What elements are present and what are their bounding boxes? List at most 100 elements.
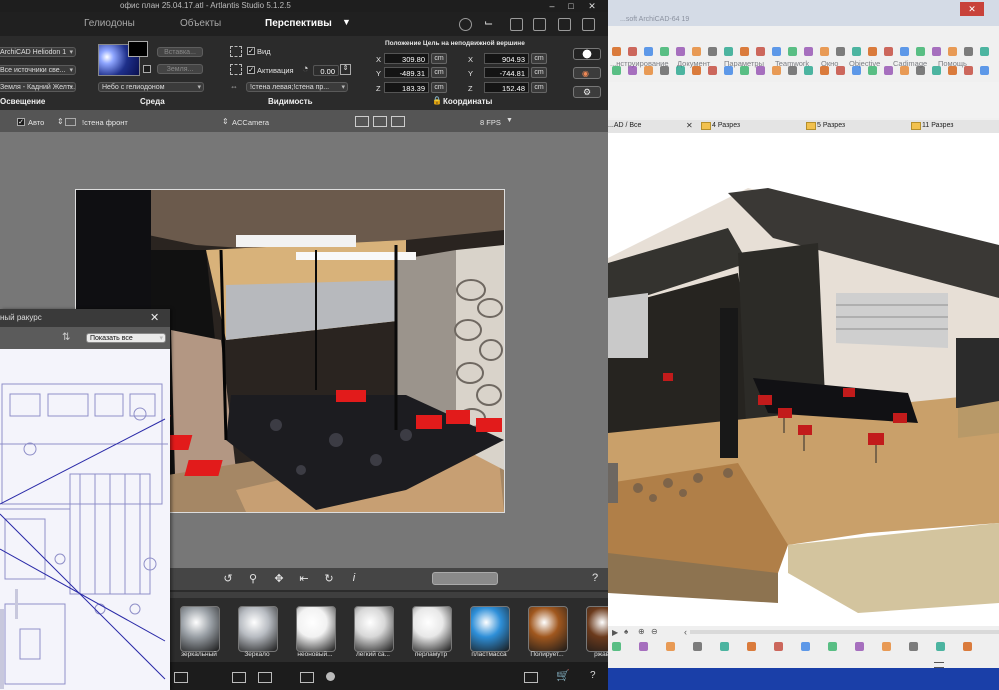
background-color-swatch[interactable] — [128, 41, 148, 57]
target-x-field[interactable]: 904.93 — [484, 53, 529, 64]
tab-perspectives[interactable]: Перспективы — [265, 18, 332, 29]
sky-select[interactable]: Небо с гелиодоном — [98, 82, 204, 92]
fit-icon[interactable] — [373, 116, 387, 127]
nav-zoom-in-icon[interactable]: ⊕ — [638, 627, 645, 636]
insert-button[interactable]: Вставка... — [157, 47, 203, 57]
toolbar-tool-icon[interactable] — [772, 66, 781, 75]
catalog-scrollbar[interactable] — [170, 592, 608, 598]
view-tab-all[interactable]: ...AD / Все — [608, 122, 641, 129]
toolbar-tool-icon[interactable] — [740, 66, 749, 75]
yin-yang-button[interactable] — [573, 48, 601, 60]
toolbar-tool-icon[interactable] — [836, 66, 845, 75]
material-thumbnail[interactable] — [296, 606, 336, 652]
sync-icon[interactable]: ⇅ — [62, 332, 70, 343]
activation-checkbox[interactable]: ✓ — [247, 66, 255, 74]
preview-icon[interactable] — [459, 18, 472, 31]
toolbar-tool-icon[interactable] — [963, 642, 972, 651]
toolbar-tool-icon[interactable] — [692, 47, 701, 56]
toolbar-tool-icon[interactable] — [884, 66, 893, 75]
toolbar-tool-icon[interactable] — [852, 66, 861, 75]
rotate-knob-icon[interactable]: ◔ — [302, 63, 309, 75]
toolbar-tool-icon[interactable] — [948, 66, 957, 75]
tab-heliodons[interactable]: Гелиодоны — [84, 18, 135, 29]
toolbar-tool-icon[interactable] — [644, 47, 653, 56]
window-icon[interactable] — [510, 18, 523, 31]
tab-objects[interactable]: Объекты — [180, 18, 221, 29]
show-all-select[interactable]: Показать все — [86, 333, 166, 343]
pan-icon[interactable]: ✥ — [272, 572, 286, 585]
position-z-field[interactable]: 183.39 — [384, 82, 429, 93]
toolbar-tool-icon[interactable] — [676, 66, 685, 75]
toolbar-tool-icon[interactable] — [820, 47, 829, 56]
close-icon[interactable]: ✕ — [584, 0, 600, 12]
toolbar-tool-icon[interactable] — [724, 47, 733, 56]
view-checkbox[interactable]: ✓ — [247, 47, 255, 55]
wall-select[interactable]: !стена фронт — [82, 118, 128, 127]
material-thumbnail[interactable] — [354, 606, 394, 652]
view-tab-section-5[interactable]: 5 Разрез — [817, 122, 845, 129]
toolbar-tool-icon[interactable] — [772, 47, 781, 56]
target-z-field[interactable]: 152.48 — [484, 82, 529, 93]
toolbar-tool-icon[interactable] — [628, 66, 637, 75]
ground-select[interactable]: Земля - Кадний Желт... — [0, 82, 76, 92]
toolbar-tool-icon[interactable] — [932, 66, 941, 75]
toolbar-tool-icon[interactable] — [660, 47, 669, 56]
toolbar-tool-icon[interactable] — [909, 642, 918, 651]
toolbar-tool-icon[interactable] — [820, 66, 829, 75]
view-tab-close-icon[interactable]: ✕ — [686, 121, 693, 130]
archicad-close-icon[interactable]: ✕ — [960, 2, 984, 16]
zoom-icon[interactable]: ⚲ — [246, 572, 260, 585]
render-icon[interactable] — [582, 18, 595, 31]
toolbar-tool-icon[interactable] — [916, 66, 925, 75]
plan-close-icon[interactable]: ✕ — [150, 311, 159, 324]
toolbar-tool-icon[interactable] — [836, 47, 845, 56]
nav-zoom-out-icon[interactable]: ⊖ — [651, 627, 658, 636]
layout-icon[interactable] — [558, 18, 571, 31]
toolbar-tool-icon[interactable] — [666, 642, 675, 651]
toolbar-tool-icon[interactable] — [724, 66, 733, 75]
horizontal-scrollbar[interactable] — [690, 630, 999, 634]
floor-plan-drawing[interactable] — [0, 349, 170, 690]
toolbar-tool-icon[interactable] — [884, 47, 893, 56]
wall-stepper-icon[interactable]: ⇕ — [57, 117, 64, 126]
material-thumbnail[interactable] — [528, 606, 568, 652]
texture-icon[interactable] — [232, 672, 246, 683]
toolbar-tool-icon[interactable] — [612, 47, 621, 56]
toolbar-tool-icon[interactable] — [639, 642, 648, 651]
camera-path-icon[interactable]: ↻ — [322, 572, 336, 585]
toolbar-tool-icon[interactable] — [774, 642, 783, 651]
position-x-field[interactable]: 309.80 — [384, 53, 429, 64]
toolbar-tool-icon[interactable] — [740, 47, 749, 56]
toolbar-tool-icon[interactable] — [855, 642, 864, 651]
grid-icon[interactable] — [524, 672, 538, 683]
catalog-icon[interactable] — [174, 672, 188, 683]
lock-icon[interactable]: 🔒 — [432, 96, 442, 105]
minimize-icon[interactable]: – — [544, 0, 560, 12]
clipping-select[interactable]: !стена левая;!стена пр... — [246, 82, 348, 92]
toolbar-tool-icon[interactable] — [756, 47, 765, 56]
view-tab-section-11[interactable]: 11 Разрез — [922, 122, 954, 129]
info-icon[interactable]: i — [347, 572, 361, 584]
3d-model-viewport[interactable] — [608, 133, 999, 626]
stepper-icon[interactable]: ⇕ — [340, 64, 351, 75]
toolbar-tool-icon[interactable] — [644, 66, 653, 75]
toolbar-tool-icon[interactable] — [852, 47, 861, 56]
bottom-help-icon[interactable]: ? — [590, 670, 596, 681]
material-thumbnail[interactable] — [180, 606, 220, 652]
toolbar-tool-icon[interactable] — [964, 66, 973, 75]
toolbar-tool-icon[interactable] — [612, 642, 621, 651]
toolbar-tool-icon[interactable] — [788, 47, 797, 56]
toolbar-tool-icon[interactable] — [628, 47, 637, 56]
toolbar-tool-icon[interactable] — [882, 642, 891, 651]
frame-icon[interactable] — [355, 116, 369, 127]
toolbar-tool-icon[interactable] — [868, 66, 877, 75]
sphere-icon[interactable] — [326, 672, 335, 681]
toolbar-tool-icon[interactable] — [747, 642, 756, 651]
target-y-field[interactable]: -744.81 — [484, 67, 529, 78]
toolbar-tool-icon[interactable] — [692, 66, 701, 75]
material-thumbnail[interactable] — [586, 606, 608, 652]
image-icon[interactable] — [258, 672, 272, 683]
toolbar-tool-icon[interactable] — [693, 642, 702, 651]
toolbar-tool-icon[interactable] — [900, 47, 909, 56]
object-icon[interactable] — [300, 672, 314, 683]
